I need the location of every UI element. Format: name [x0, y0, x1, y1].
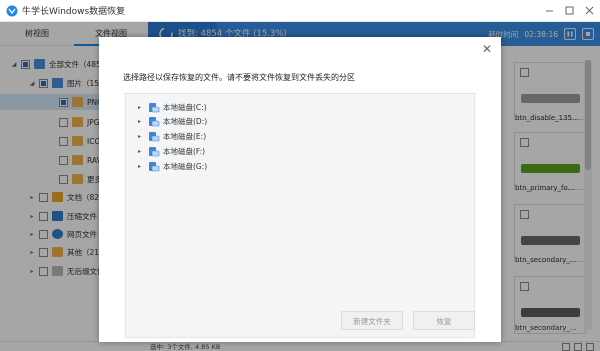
hard-drive-icon — [148, 131, 160, 142]
recover-button[interactable]: 恢复 — [413, 311, 475, 330]
drive-label: 本地磁盘(E:) — [163, 131, 207, 141]
maximize-icon[interactable] — [562, 3, 576, 17]
chevron-right-icon[interactable]: ▸ — [138, 104, 146, 111]
drive-label: 本地磁盘(D:) — [163, 116, 208, 126]
drive-list: ▸ 本地磁盘(C:) ▸ 本地磁盘(D:) ▸ 本地磁盘(E:) ▸ 本地磁盘(F:) ▸ 本地磁… — [125, 93, 475, 338]
hard-drive-icon — [148, 116, 160, 127]
drive-item[interactable]: ▸ 本地磁盘(F:) — [138, 144, 205, 158]
chevron-right-icon[interactable]: ▸ — [138, 133, 146, 140]
drive-label: 本地磁盘(F:) — [163, 146, 206, 156]
drive-item[interactable]: ▸ 本地磁盘(E:) — [138, 129, 206, 143]
app-logo-icon — [6, 5, 18, 16]
new-folder-button[interactable]: 新建文件夹 — [341, 311, 403, 330]
title-bar: 牛学长Windows数据恢复 — [0, 0, 600, 22]
drive-item[interactable]: ▸ 本地磁盘(D:) — [138, 114, 207, 128]
hard-drive-icon — [148, 102, 160, 113]
drive-label: 本地磁盘(G:) — [163, 161, 208, 171]
chevron-right-icon[interactable]: ▸ — [138, 118, 146, 125]
hard-drive-icon — [148, 161, 160, 172]
save-location-dialog: ✕ 选择路径以保存恢复的文件。请不要将文件恢复到文件丢失的分区 ▸ 本地磁盘(C:… — [99, 37, 501, 342]
dialog-close-icon[interactable]: ✕ — [481, 43, 493, 55]
drive-label: 本地磁盘(C:) — [163, 102, 207, 112]
hard-drive-icon — [148, 146, 160, 157]
chevron-right-icon[interactable]: ▸ — [138, 148, 146, 155]
app-title: 牛学长Windows数据恢复 — [22, 7, 126, 17]
drive-item[interactable]: ▸ 本地磁盘(C:) — [138, 100, 207, 114]
minimize-icon[interactable] — [542, 3, 556, 17]
close-icon[interactable] — [582, 3, 596, 17]
dialog-prompt: 选择路径以保存恢复的文件。请不要将文件恢复到文件丢失的分区 — [123, 73, 355, 82]
drive-item[interactable]: ▸ 本地磁盘(G:) — [138, 159, 207, 173]
chevron-right-icon[interactable]: ▸ — [138, 163, 146, 170]
